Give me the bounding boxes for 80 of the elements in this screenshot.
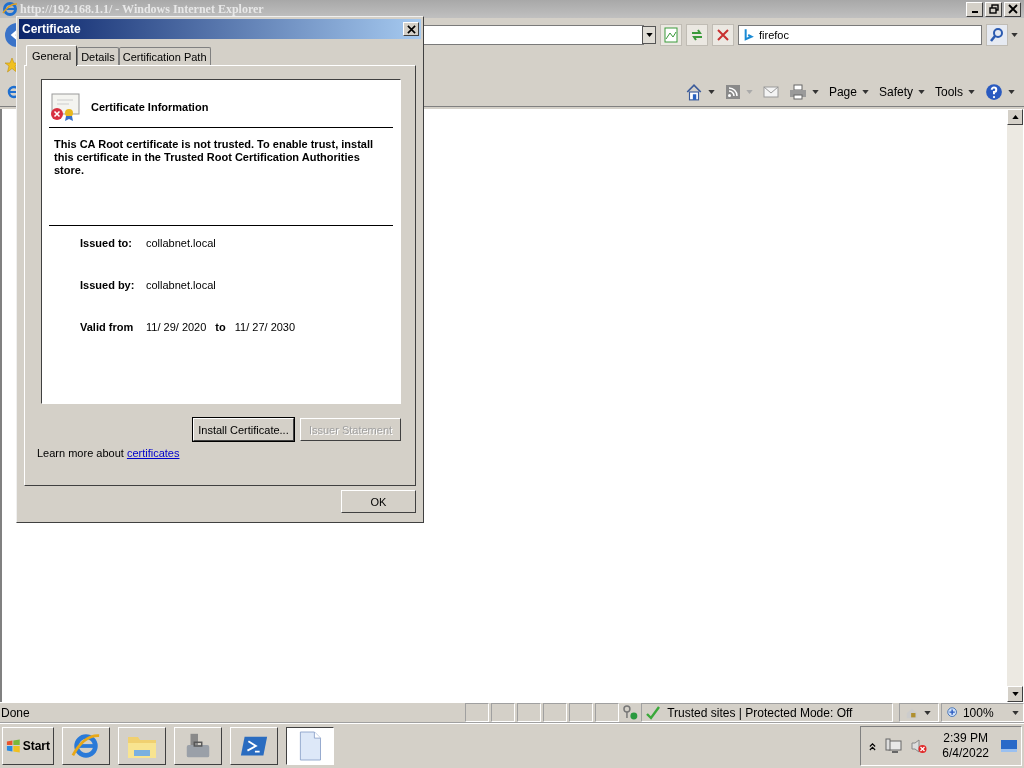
ok-button[interactable]: OK bbox=[341, 490, 416, 513]
caret-icon bbox=[707, 90, 715, 94]
search-field[interactable]: firefoc bbox=[738, 25, 982, 45]
caret-icon bbox=[968, 90, 975, 94]
dropdown-button[interactable] bbox=[642, 26, 656, 44]
close-button[interactable] bbox=[403, 22, 419, 36]
field-label: Issued to: bbox=[80, 236, 133, 251]
security-zone[interactable]: Trusted sites | Protected Mode: Off bbox=[641, 703, 894, 722]
stop-button[interactable] bbox=[712, 24, 734, 46]
trust-message: This CA Root certificate is not trusted. To enable trust, install this certificate in the Trusted Root Certification Authorities store. bbox=[54, 138, 375, 178]
envelope-icon bbox=[762, 86, 779, 98]
chevron-up-icon bbox=[869, 741, 877, 751]
dialog-heading: Certificate Information bbox=[91, 101, 209, 113]
check-icon bbox=[645, 704, 662, 721]
caret-icon bbox=[645, 33, 653, 37]
tab[interactable]: General bbox=[26, 45, 78, 66]
field-label: to bbox=[215, 320, 226, 335]
tab[interactable]: Certification Path bbox=[118, 47, 211, 65]
zone-text: Trusted sites | Protected Mode: Off bbox=[667, 705, 853, 720]
minimize-icon bbox=[971, 11, 978, 13]
security-button[interactable] bbox=[899, 703, 939, 722]
refresh-button[interactable] bbox=[686, 24, 708, 46]
field-value: 11/ 29/ 2020 bbox=[146, 320, 207, 335]
close-button[interactable] bbox=[1004, 1, 1021, 17]
scroll-up-icon bbox=[1011, 115, 1019, 119]
home-icon bbox=[684, 83, 703, 101]
command-menu[interactable]: Page bbox=[825, 84, 872, 100]
field-value: collabnet.local bbox=[146, 278, 216, 293]
taskbar-app-button[interactable] bbox=[286, 727, 334, 765]
browser-logo-icon bbox=[71, 731, 101, 761]
windows-flag-icon bbox=[6, 738, 21, 754]
close-icon bbox=[1007, 4, 1018, 14]
restore-button[interactable] bbox=[985, 1, 1002, 17]
caret-icon bbox=[918, 90, 925, 94]
page-chart-icon bbox=[663, 27, 679, 43]
learn-more-text: Learn more about bbox=[37, 447, 124, 459]
field-value: collabnet.local bbox=[146, 236, 216, 251]
close-icon bbox=[406, 24, 416, 34]
start-button[interactable]: Start bbox=[2, 727, 54, 765]
zoom-icon bbox=[945, 705, 960, 720]
network-icon[interactable] bbox=[884, 738, 903, 754]
dialog-title: Certificate bbox=[22, 22, 81, 36]
dialog-button[interactable]: Install Certificate... bbox=[193, 418, 294, 441]
certificates-link[interactable]: certificates bbox=[126, 447, 180, 459]
muted-speaker-icon[interactable] bbox=[910, 738, 929, 754]
field-value: 11/ 27/ 2030 bbox=[234, 320, 296, 335]
keys-icon bbox=[622, 704, 639, 720]
caret-icon bbox=[745, 90, 753, 94]
zoom-button[interactable]: 100% bbox=[940, 703, 1024, 722]
caret-icon bbox=[924, 710, 932, 715]
status-text: Done bbox=[0, 704, 31, 722]
stop-icon bbox=[715, 27, 731, 43]
search-engine-icon bbox=[744, 28, 754, 42]
restore-icon bbox=[988, 4, 999, 14]
command-menu[interactable]: Tools bbox=[932, 84, 978, 100]
caret-icon bbox=[1010, 33, 1018, 37]
caret-icon bbox=[1012, 710, 1019, 715]
certificate-error-icon bbox=[49, 92, 81, 122]
printer-icon bbox=[788, 84, 807, 100]
window-title: http://192.168.1.1/ - Windows Internet Explorer bbox=[20, 1, 264, 17]
show-desktop-icon[interactable] bbox=[1001, 739, 1017, 753]
clock-date[interactable]: 6/4/2022 bbox=[942, 746, 989, 761]
scrollbar[interactable] bbox=[1007, 109, 1023, 702]
feed-icon bbox=[724, 84, 741, 100]
minimize-button[interactable] bbox=[966, 1, 983, 17]
caret-icon bbox=[811, 90, 819, 94]
search-button[interactable] bbox=[986, 24, 1008, 46]
search-icon bbox=[989, 27, 1005, 43]
help-icon bbox=[985, 83, 1003, 101]
command-menu[interactable]: Safety bbox=[875, 84, 928, 100]
caret-icon bbox=[861, 90, 869, 94]
field-label: Valid from bbox=[80, 320, 135, 335]
scroll-down-icon bbox=[1011, 692, 1019, 696]
tab[interactable]: Details bbox=[77, 47, 119, 65]
caret-icon bbox=[1008, 90, 1015, 94]
clock-time[interactable]: 2:39 PM bbox=[943, 731, 988, 746]
browser-logo-icon bbox=[2, 1, 18, 17]
refresh-icon bbox=[689, 27, 705, 43]
field-label: Issued by: bbox=[80, 278, 136, 293]
show-hidden-icons-button[interactable] bbox=[869, 741, 877, 751]
